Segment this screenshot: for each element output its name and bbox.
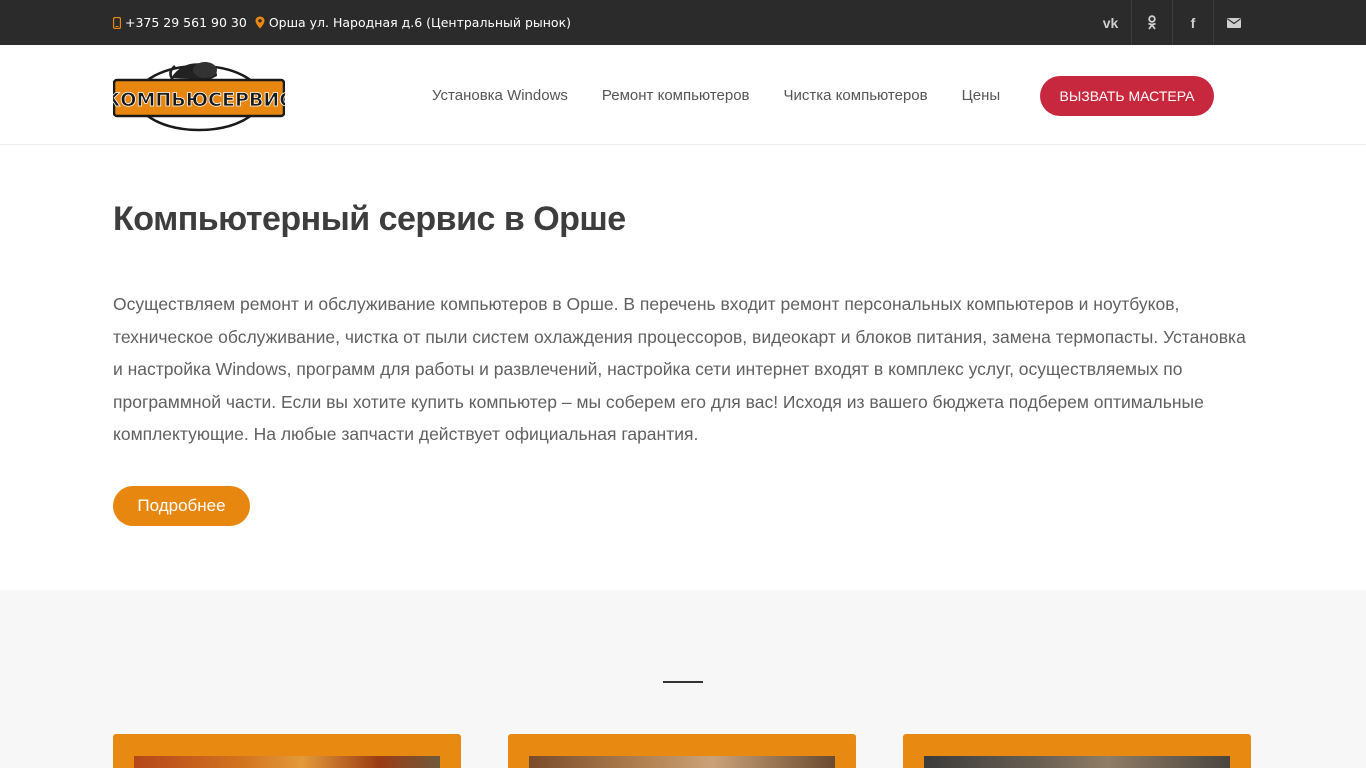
nav-item-prices[interactable]: Цены [962, 87, 1001, 104]
site-header: КОМПЬЮСЕРВИС Установка Windows Ремонт ко… [0, 45, 1366, 145]
address-text: Орша ул. Народная д.6 (Центральный рынок… [268, 15, 572, 30]
service-card[interactable] [113, 734, 461, 768]
service-card[interactable] [508, 734, 856, 768]
site-logo[interactable]: КОМПЬЮСЕРВИС [104, 58, 294, 132]
service-card-image [529, 756, 835, 768]
intro-text: Осуществляем ремонт и обслуживание компь… [113, 294, 1246, 445]
nav-item-computer-repair[interactable]: Ремонт компьютеров [602, 87, 750, 104]
social-links: vk f [1090, 0, 1254, 45]
section-divider [663, 681, 703, 683]
main-nav: Установка Windows Ремонт компьютеров Чис… [432, 45, 1034, 145]
nav-item-computer-cleaning[interactable]: Чистка компьютеров [784, 87, 928, 104]
service-card-image [924, 756, 1230, 768]
call-master-button[interactable]: ВЫЗВАТЬ МАСТЕРА [1040, 76, 1214, 116]
intro-section: Компьютерный сервис в Орше Осуществляем … [113, 200, 1253, 451]
service-card[interactable] [903, 734, 1251, 768]
location-pin-icon [255, 16, 265, 29]
odnoklassniki-icon[interactable] [1131, 0, 1172, 45]
top-bar: +375 29 561 90 30 Орша ул. Народная д.6 … [0, 0, 1366, 45]
more-button[interactable]: Подробнее [113, 486, 250, 526]
service-card-image [134, 756, 440, 768]
mail-icon[interactable] [1213, 0, 1254, 45]
page-title: Компьютерный сервис в Орше [113, 200, 626, 238]
phone-icon [113, 16, 121, 29]
vk-icon[interactable]: vk [1090, 0, 1131, 45]
facebook-icon[interactable]: f [1172, 0, 1213, 45]
svg-text:КОМПЬЮСЕРВИС: КОМПЬЮСЕРВИС [113, 89, 285, 111]
top-contacts: +375 29 561 90 30 Орша ул. Народная д.6 … [113, 0, 571, 45]
phone-number[interactable]: +375 29 561 90 30 [125, 15, 247, 30]
nav-item-windows-install[interactable]: Установка Windows [432, 87, 568, 104]
